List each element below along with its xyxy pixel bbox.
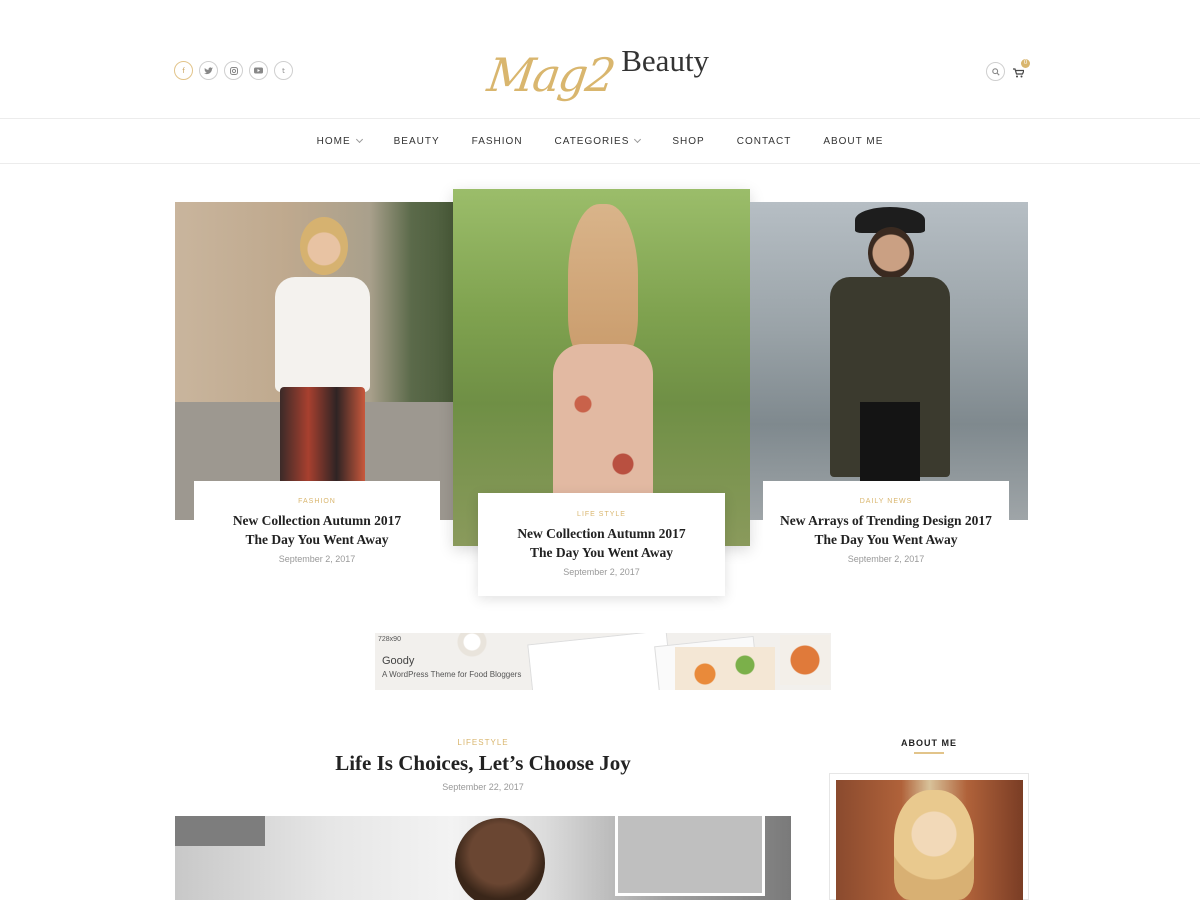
slide-category[interactable]: LIFE STYLE: [478, 511, 725, 518]
search-button[interactable]: [986, 62, 1005, 81]
chevron-down-icon: [355, 135, 363, 144]
nav-item-categories[interactable]: CATEGORIES: [539, 136, 657, 147]
slide-image-fashion[interactable]: [175, 202, 453, 520]
slide-card-daily-news[interactable]: DAILY NEWS New Arrays of Trending Design…: [763, 481, 1009, 576]
chevron-down-icon: [634, 135, 642, 144]
social-links: f t: [174, 61, 293, 80]
site-header: f t Mag2 Beauty 0: [0, 0, 1200, 118]
widget-title-divider: [914, 752, 944, 754]
instagram-icon[interactable]: [224, 61, 243, 80]
site-logo[interactable]: Mag2 Beauty: [484, 28, 710, 102]
slide-title[interactable]: New Collection Autumn 2017 The Day You W…: [194, 511, 440, 549]
slide-image-daily-news[interactable]: [750, 202, 1028, 520]
ad-size-label: 728x90: [378, 636, 401, 643]
ad-decoration: [450, 633, 494, 657]
post-featured-image[interactable]: [175, 816, 791, 900]
nav-item-beauty[interactable]: BEAUTY: [378, 136, 456, 147]
slide-card-lifestyle[interactable]: LIFE STYLE New Collection Autumn 2017 Th…: [478, 493, 725, 596]
slide-date: September 2, 2017: [278, 554, 356, 564]
model-figure: [810, 202, 970, 520]
post-date: September 22, 2017: [442, 782, 524, 792]
nav-item-shop[interactable]: SHOP: [656, 136, 720, 147]
nav-item-fashion[interactable]: FASHION: [456, 136, 539, 147]
cart-button[interactable]: 0: [1013, 58, 1030, 79]
about-me-photo: [836, 780, 1023, 900]
post-title[interactable]: Life Is Choices, Let’s Choose Joy: [175, 751, 791, 776]
youtube-icon[interactable]: [249, 61, 268, 80]
tumblr-icon[interactable]: t: [274, 61, 293, 80]
model-figure: [265, 212, 375, 512]
cart-count-badge: 0: [1021, 58, 1030, 68]
slide-category[interactable]: DAILY NEWS: [763, 498, 1009, 505]
slide-title[interactable]: New Arrays of Trending Design 2017 The D…: [763, 511, 1009, 549]
ad-tagline: A WordPress Theme for Food Bloggers: [382, 670, 522, 679]
ad-food-image: [780, 635, 830, 685]
sidebar-widget-title: ABOUT ME: [901, 738, 957, 748]
search-icon: [991, 67, 1000, 76]
nav-item-about-me[interactable]: ABOUT ME: [807, 136, 899, 147]
ad-food-image: [675, 647, 775, 690]
ad-screenshot: [527, 633, 673, 690]
twitter-icon[interactable]: [199, 61, 218, 80]
nav-item-home[interactable]: HOME: [301, 136, 378, 147]
slide-category[interactable]: FASHION: [194, 498, 440, 505]
ad-banner[interactable]: 728x90 Goody A WordPress Theme for Food …: [375, 633, 831, 690]
logo-word: Beauty: [621, 43, 710, 78]
logo-script: Mag2: [484, 48, 618, 102]
slide-card-fashion[interactable]: FASHION New Collection Autumn 2017 The D…: [194, 481, 440, 576]
about-me-photo-frame: [829, 773, 1029, 900]
slide-title[interactable]: New Collection Autumn 2017 The Day You W…: [478, 524, 725, 562]
slide-date: September 2, 2017: [563, 567, 640, 577]
header-actions: 0: [986, 58, 1030, 81]
facebook-icon[interactable]: f: [174, 61, 193, 80]
nav-item-contact[interactable]: CONTACT: [721, 136, 808, 147]
main-nav: HOME BEAUTY FASHION CATEGORIES SHOP CONT…: [0, 118, 1200, 164]
ad-brand-name: Goody: [382, 655, 415, 667]
cart-icon: [1013, 67, 1025, 77]
slide-date: September 2, 2017: [847, 554, 925, 564]
post-category[interactable]: LIFESTYLE: [175, 738, 791, 747]
